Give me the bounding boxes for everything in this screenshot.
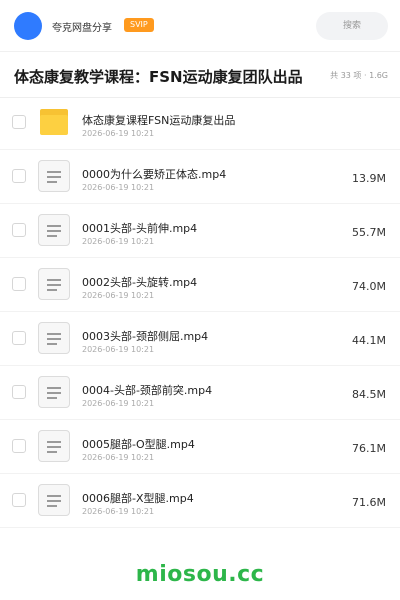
file-name: 0006腿部-X型腿.mp4: [82, 492, 194, 505]
video-file-icon: [38, 268, 70, 300]
list-item[interactable]: 0002头部-头旋转.mp4 2026-06-19 10:21 74.0M: [0, 258, 400, 312]
file-name: 0004-头部-颈部前突.mp4: [82, 384, 213, 397]
file-size: 44.1M: [352, 334, 386, 347]
file-size: 84.5M: [352, 388, 386, 401]
video-file-icon: [38, 322, 70, 354]
file-date: 2026-06-19 10:21: [82, 291, 155, 300]
list-item[interactable]: 0005腿部-O型腿.mp4 2026-06-19 10:21 76.1M: [0, 420, 400, 474]
file-date: 2026-06-19 10:21: [82, 453, 155, 462]
file-name: 0000为什么要矫正体态.mp4: [82, 168, 227, 181]
select-checkbox[interactable]: [12, 115, 26, 129]
select-checkbox[interactable]: [12, 277, 26, 291]
file-list: 体态康复课程FSN运动康复出品 2026-06-19 10:21 0000为什么…: [0, 96, 400, 528]
file-name: 0001头部-头前伸.mp4: [82, 222, 198, 235]
watermark-logo: miosou.cc: [135, 562, 265, 587]
list-item[interactable]: 0004-头部-颈部前突.mp4 2026-06-19 10:21 84.5M: [0, 366, 400, 420]
search-button[interactable]: 搜索: [316, 12, 388, 40]
file-size: 71.6M: [352, 496, 386, 509]
list-item[interactable]: 体态康复课程FSN运动康复出品 2026-06-19 10:21: [0, 96, 400, 150]
video-file-icon: [38, 214, 70, 246]
svip-badge: SVIP: [124, 18, 154, 32]
share-owner-name: 夸克网盘分享: [52, 23, 112, 34]
select-checkbox[interactable]: [12, 439, 26, 453]
select-checkbox[interactable]: [12, 223, 26, 237]
file-date: 2026-06-19 10:21: [82, 183, 155, 192]
video-file-icon: [38, 430, 70, 462]
avatar[interactable]: [14, 12, 42, 40]
file-size: 74.0M: [352, 280, 386, 293]
select-checkbox[interactable]: [12, 385, 26, 399]
select-checkbox[interactable]: [12, 169, 26, 183]
file-date: 2026-06-19 10:21: [82, 237, 155, 246]
page-title: 体态康复教学课程：FSN运动康复团队出品: [14, 68, 303, 86]
file-size: 55.7M: [352, 226, 386, 239]
list-item[interactable]: 0006腿部-X型腿.mp4 2026-06-19 10:21 71.6M: [0, 474, 400, 528]
file-date: 2026-06-19 10:21: [82, 399, 155, 408]
file-date: 2026-06-19 10:21: [82, 345, 155, 354]
file-date: 2026-06-19 10:21: [82, 507, 155, 516]
file-size: 76.1M: [352, 442, 386, 455]
list-item[interactable]: 0001头部-头前伸.mp4 2026-06-19 10:21 55.7M: [0, 204, 400, 258]
list-item[interactable]: 0000为什么要矫正体态.mp4 2026-06-19 10:21 13.9M: [0, 150, 400, 204]
file-name: 0002头部-头旋转.mp4: [82, 276, 198, 289]
select-checkbox[interactable]: [12, 331, 26, 345]
file-size: 13.9M: [352, 172, 386, 185]
title-row: 体态康复教学课程：FSN运动康复团队出品 共 33 项 · 1.6G: [0, 52, 400, 98]
list-item[interactable]: 0003头部-颈部侧屈.mp4 2026-06-19 10:21 44.1M: [0, 312, 400, 366]
video-file-icon: [38, 484, 70, 516]
folder-icon: [40, 109, 68, 135]
select-checkbox[interactable]: [12, 493, 26, 507]
file-date: 2026-06-19 10:21: [82, 129, 155, 138]
file-name: 体态康复课程FSN运动康复出品: [82, 114, 236, 127]
file-name: 0003头部-颈部侧屈.mp4: [82, 330, 209, 343]
video-file-icon: [38, 160, 70, 192]
item-count-size: 共 33 项 · 1.6G: [330, 71, 388, 80]
file-name: 0005腿部-O型腿.mp4: [82, 438, 195, 451]
video-file-icon: [38, 376, 70, 408]
top-bar: 夸克网盘分享 SVIP 搜索: [0, 0, 400, 52]
